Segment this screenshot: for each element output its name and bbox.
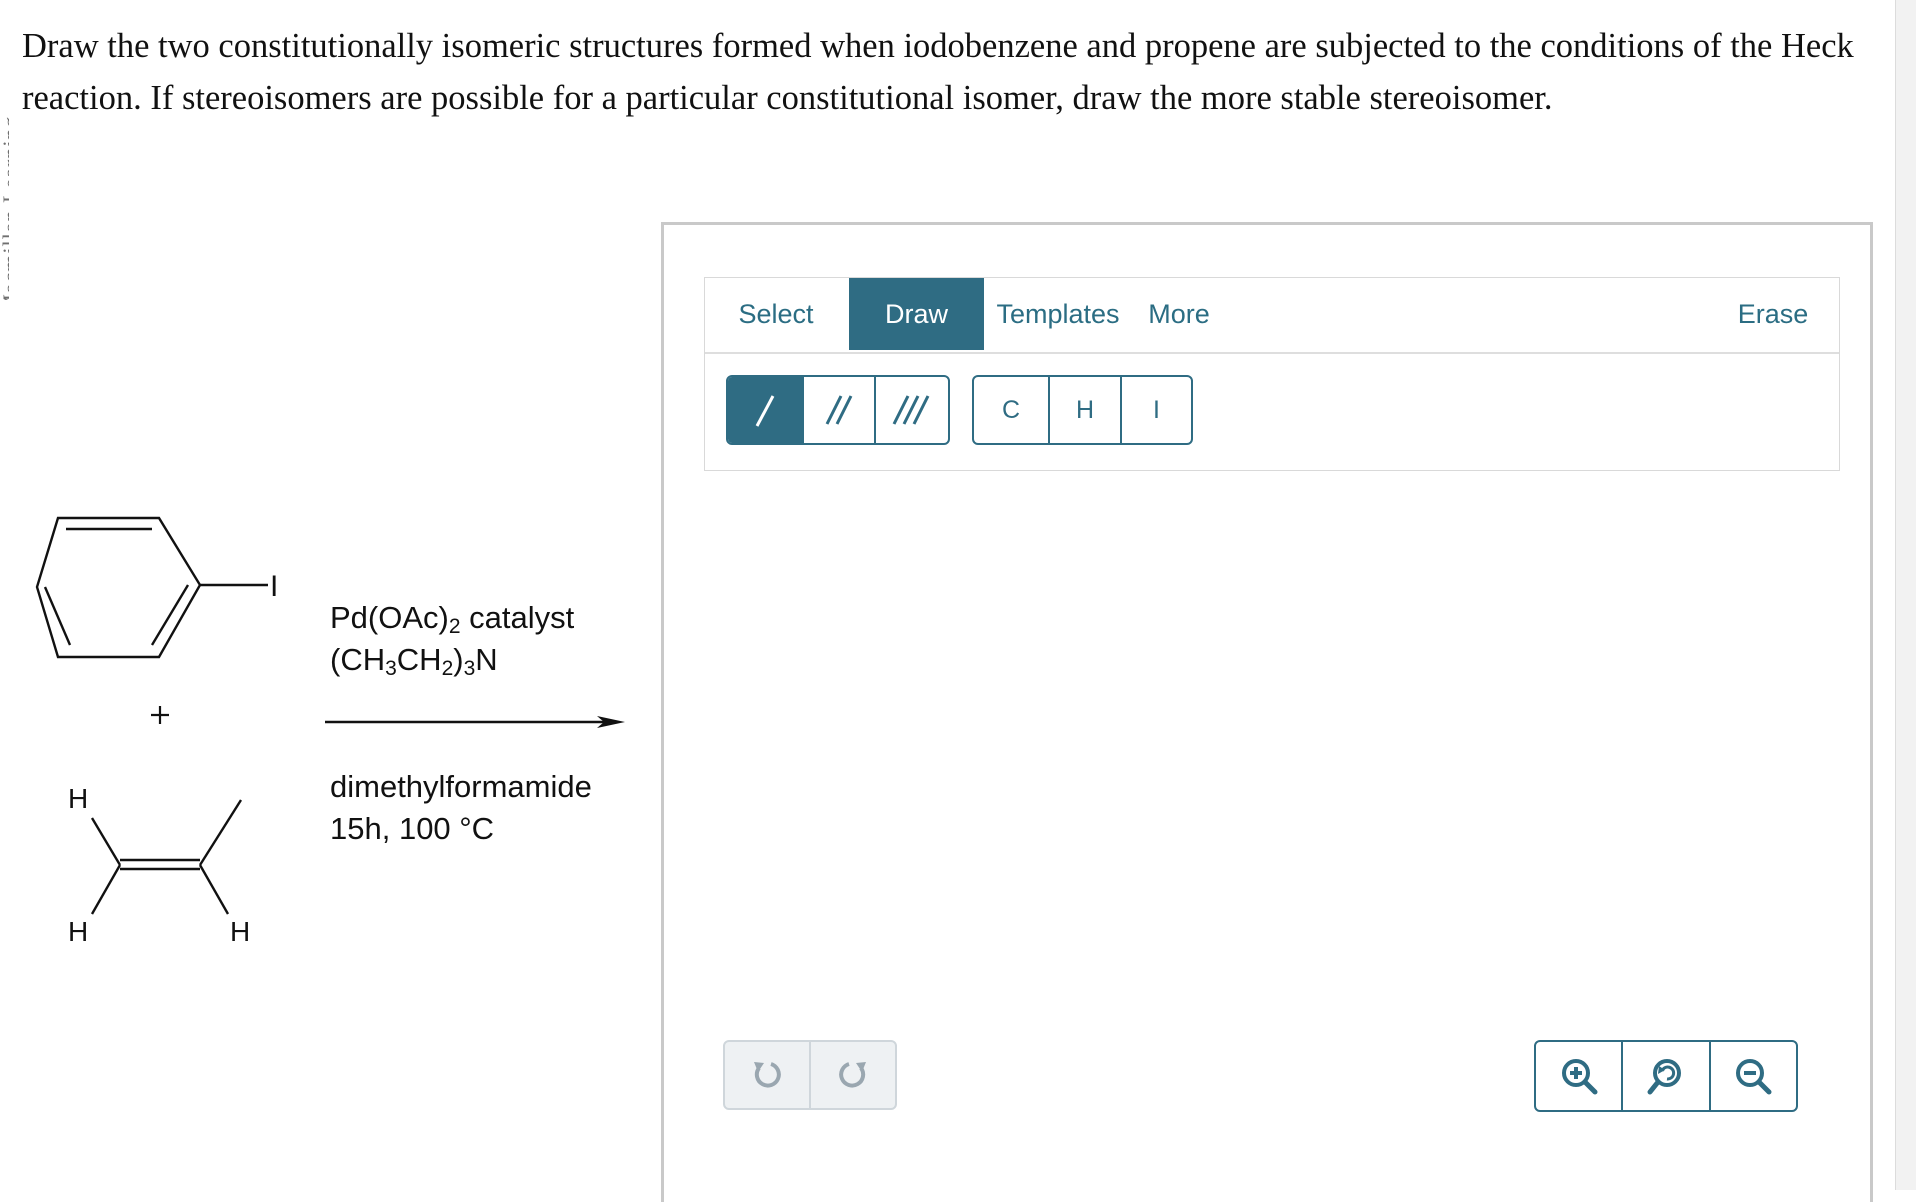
editor-tabs: Select Draw Templates More Erase [705, 278, 1839, 354]
condition-time-temp: 15h, 100 °C [330, 811, 495, 846]
condition-solvent: dimethylformamide [330, 769, 592, 804]
zoom-out-button[interactable] [1708, 1042, 1796, 1110]
zoom-in-button[interactable] [1536, 1042, 1621, 1110]
tab-more[interactable]: More [1133, 278, 1225, 350]
h-label-bottom-right: H [230, 916, 250, 947]
h-bond-bottom-right [198, 864, 230, 915]
methyl-bond [198, 799, 243, 866]
side-watermark-clip: © Macmillan Learning [0, 0, 9, 300]
undo-icon [754, 1062, 781, 1088]
tab-draw[interactable]: Draw [849, 278, 984, 350]
double-bond-icon [825, 395, 853, 425]
single-bond-icon [755, 395, 775, 427]
atom-i-button[interactable]: I [1120, 377, 1191, 443]
zoom-out-icon [1736, 1059, 1772, 1095]
page: © Macmillan Learning Draw the two consti… [0, 0, 1896, 1202]
redo-button[interactable] [809, 1042, 895, 1108]
history-controls [723, 1040, 897, 1110]
plus-sign [151, 706, 169, 724]
condition-catalyst: Pd(OAc)2 catalyst [330, 600, 575, 638]
zoom-in-icon [1561, 1059, 1598, 1095]
zoom-reset-button[interactable] [1621, 1042, 1708, 1110]
page-scrollbar[interactable] [1895, 0, 1916, 1190]
h-label-top-left: H [68, 783, 88, 814]
tab-templates[interactable]: Templates [987, 278, 1129, 350]
iodine-text: I [270, 570, 278, 603]
h-bond-bottom-left [90, 864, 122, 915]
side-watermark: © Macmillan Learning [0, 115, 9, 300]
redo-icon [839, 1062, 866, 1088]
reaction-scheme: H H H I Pd(OAc)2 catalyst (CH3CH2)3N dim… [0, 490, 660, 980]
zoom-reset-icon [1647, 1059, 1681, 1095]
editor-toolbar: Select Draw Templates More Erase C H I [704, 277, 1840, 471]
atom-h-button[interactable]: H [1048, 377, 1120, 443]
h-bond-top-left [90, 817, 122, 866]
erase-button[interactable]: Erase [1725, 278, 1821, 350]
single-bond-button[interactable] [728, 377, 802, 443]
iodobenzene-structure [35, 516, 268, 659]
reaction-structures: H H H I [35, 516, 625, 947]
tab-select[interactable]: Select [705, 278, 847, 350]
benzene-double-bond-left [43, 586, 72, 646]
zoom-controls [1534, 1040, 1798, 1112]
atom-c-button[interactable]: C [974, 377, 1048, 443]
question-text: Draw the two constitutionally isomeric s… [22, 27, 1854, 117]
atom-tools: C H I [972, 375, 1193, 445]
benzene-ring [35, 516, 202, 659]
structure-editor[interactable]: Select Draw Templates More Erase C H I [661, 222, 1873, 1202]
condition-base: (CH3CH2)3N [330, 642, 498, 680]
propene-structure [90, 799, 243, 915]
double-bond-button[interactable] [801, 377, 875, 443]
undo-button[interactable] [725, 1042, 809, 1108]
reaction-arrow [325, 716, 625, 728]
h-label-bottom-left: H [68, 916, 88, 947]
triple-bond-icon [892, 395, 930, 425]
bond-tools [726, 375, 950, 445]
triple-bond-button[interactable] [874, 377, 948, 443]
